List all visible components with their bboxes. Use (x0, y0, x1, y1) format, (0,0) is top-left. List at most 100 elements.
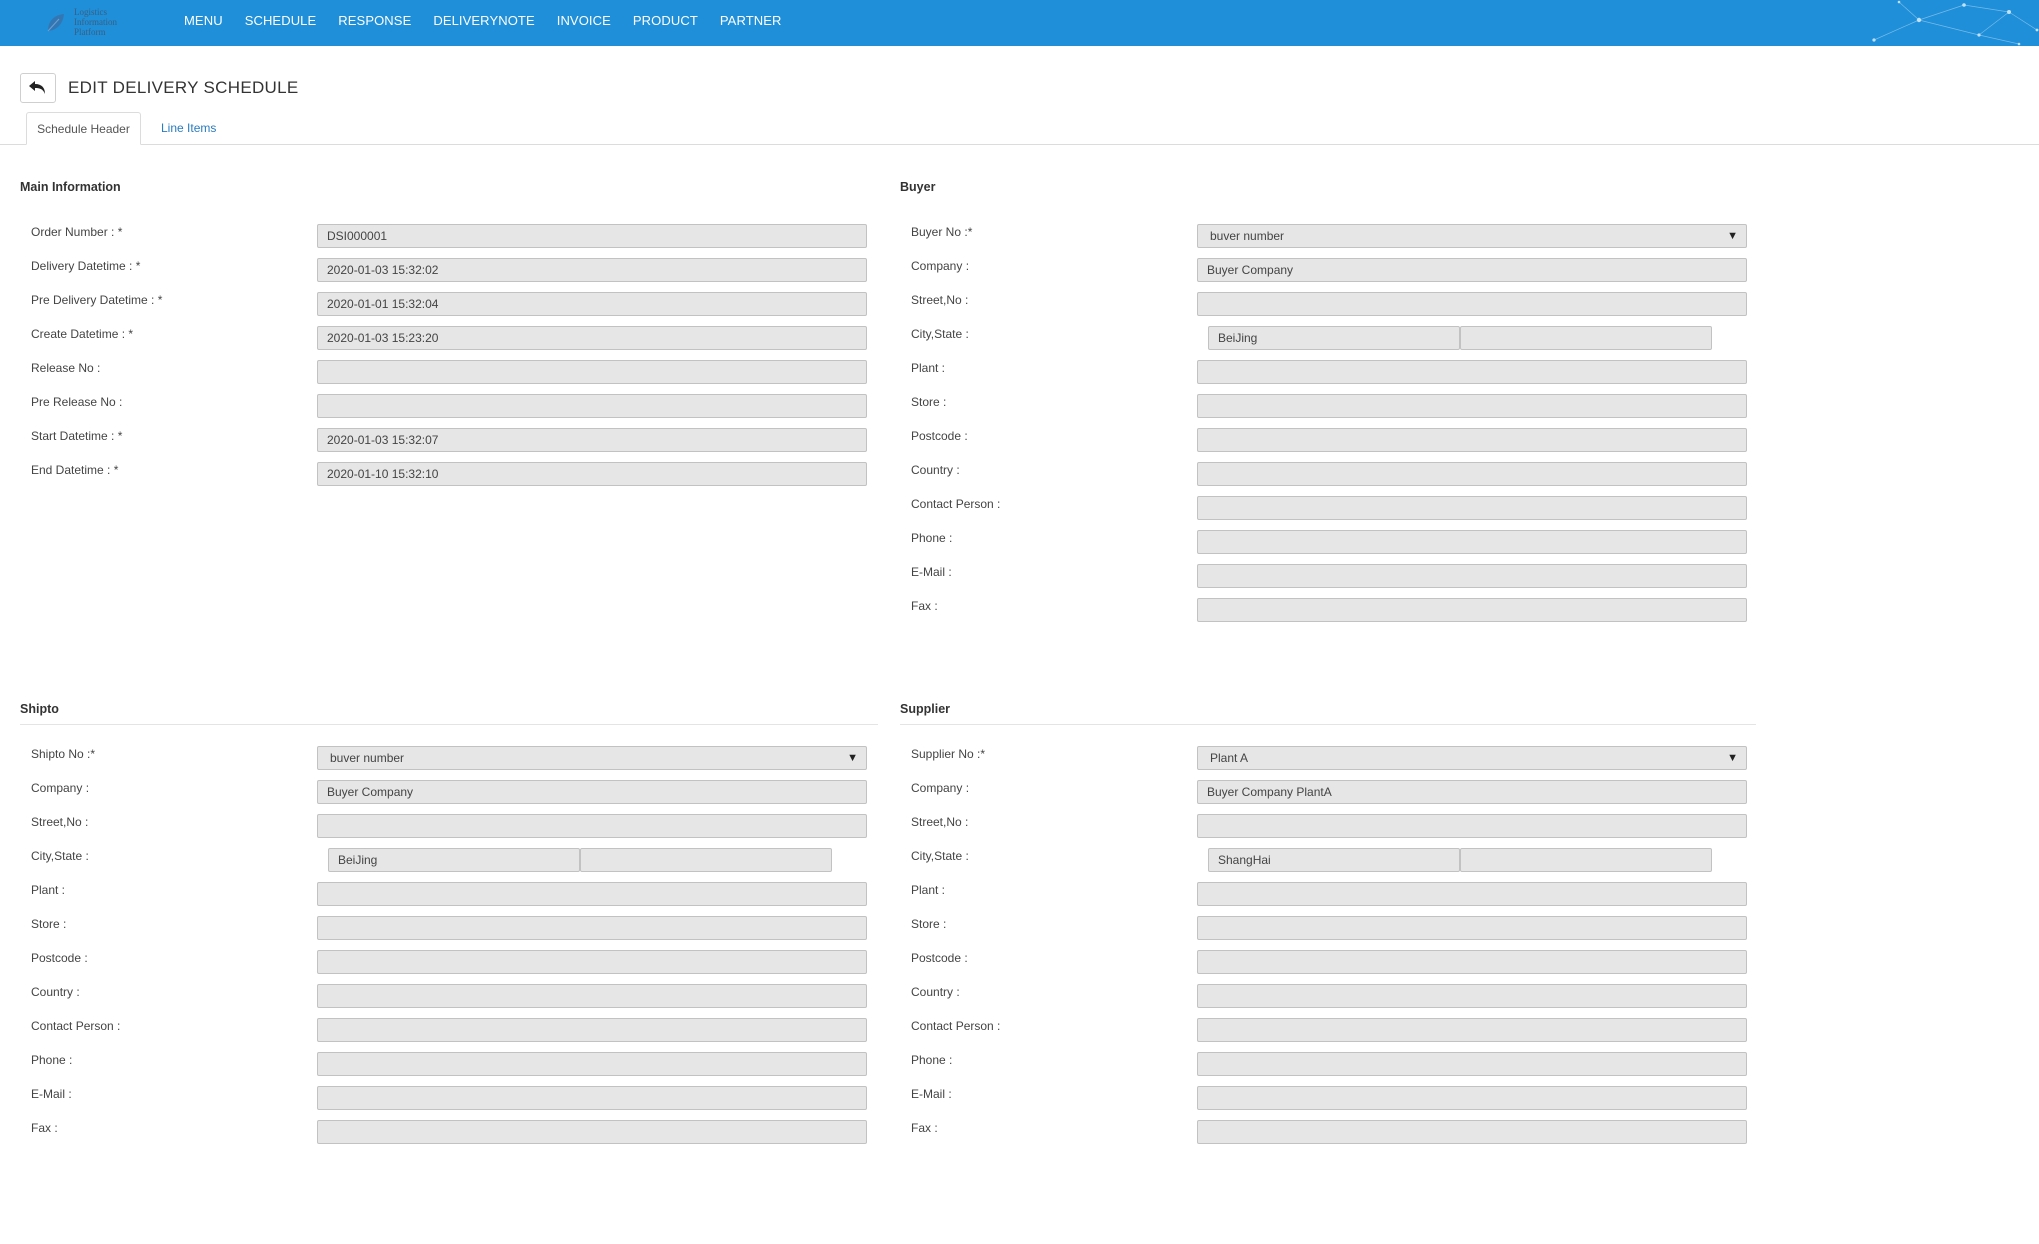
label-supplier-store: Store : (911, 917, 947, 931)
buyer-country-field[interactable] (1197, 462, 1747, 486)
buyer-contact-field[interactable] (1197, 496, 1747, 520)
supplier-street-field[interactable] (1197, 814, 1747, 838)
buyer-email-field[interactable] (1197, 564, 1747, 588)
row-buyer-postcode: Postcode : (900, 428, 1780, 462)
row-buyer-no: Buyer No :* buver number ▼ (900, 224, 1780, 258)
shipto-company-field[interactable]: Buyer Company (317, 780, 867, 804)
shipto-plant-field[interactable] (317, 882, 867, 906)
label-buyer-company: Company : (911, 259, 970, 273)
label-shipto-phone: Phone : (31, 1053, 73, 1067)
label-buyer-no: Buyer No :* (911, 225, 973, 239)
buyer-fax-field[interactable] (1197, 598, 1747, 622)
buyer-company-field[interactable]: Buyer Company (1197, 258, 1747, 282)
label-shipto-street: Street,No : (31, 815, 89, 829)
shipto-email-field[interactable] (317, 1086, 867, 1110)
label-pre-release-no: Pre Release No : (31, 395, 123, 409)
row-supplier-city-state: City,State : ShangHai (900, 848, 1780, 882)
buyer-store-field[interactable] (1197, 394, 1747, 418)
supplier-email-field[interactable] (1197, 1086, 1747, 1110)
order-number-field[interactable]: DSI000001 (317, 224, 867, 248)
buyer-street-field[interactable] (1197, 292, 1747, 316)
label-buyer-city-state: City,State : (911, 327, 969, 341)
shipto-no-select[interactable]: buver number ▼ (317, 746, 867, 770)
row-buyer-phone: Phone : (900, 530, 1780, 564)
nav-item-schedule[interactable]: SCHEDULE (245, 0, 317, 46)
nav-item-invoice[interactable]: INVOICE (557, 0, 611, 46)
nav-item-response[interactable]: RESPONSE (338, 0, 411, 46)
label-shipto-no: Shipto No :* (31, 747, 96, 761)
row-order-number: Order Number : * DSI000001 (20, 224, 900, 258)
back-button[interactable] (20, 73, 56, 103)
supplier-city-field[interactable]: ShangHai (1208, 848, 1460, 872)
supplier-store-field[interactable] (1197, 916, 1747, 940)
supplier-company-field[interactable]: Buyer Company PlantA (1197, 780, 1747, 804)
supplier-fax-field[interactable] (1197, 1120, 1747, 1144)
dropdown-caret-icon: ▼ (847, 752, 858, 764)
label-shipto-contact: Contact Person : (31, 1019, 121, 1033)
row-shipto-company: Company : Buyer Company (20, 780, 900, 814)
row-shipto-plant: Plant : (20, 882, 900, 916)
supplier-divider (900, 724, 1756, 725)
buyer-phone-field[interactable] (1197, 530, 1747, 554)
supplier-postcode-field[interactable] (1197, 950, 1747, 974)
release-no-field[interactable] (317, 360, 867, 384)
shipto-country-field[interactable] (317, 984, 867, 1008)
shipto-postcode-field[interactable] (317, 950, 867, 974)
shipto-city-field[interactable]: BeiJing (328, 848, 580, 872)
platform-logo[interactable]: Logistics Information Platform (44, 6, 134, 40)
supplier-contact-field[interactable] (1197, 1018, 1747, 1042)
shipto-store-field[interactable] (317, 916, 867, 940)
row-start-datetime: Start Datetime : * 2020-01-03 15:32:07 (20, 428, 900, 462)
buyer-plant-field[interactable] (1197, 360, 1747, 384)
buyer-city-field[interactable]: BeiJing (1208, 326, 1460, 350)
buyer-no-selected-value: buver number (1210, 229, 1285, 243)
label-shipto-fax: Fax : (31, 1121, 58, 1135)
supplier-country-field[interactable] (1197, 984, 1747, 1008)
shipto-state-field[interactable] (580, 848, 832, 872)
supplier-phone-field[interactable] (1197, 1052, 1747, 1076)
row-supplier-phone: Phone : (900, 1052, 1780, 1086)
nav-item-deliverynote[interactable]: DELIVERYNOTE (433, 0, 534, 46)
delivery-datetime-field[interactable]: 2020-01-03 15:32:02 (317, 258, 867, 282)
logo-line-3: Platform (74, 27, 106, 37)
tab-schedule-header[interactable]: Schedule Header (26, 112, 141, 145)
nav-item-menu[interactable]: MENU (184, 0, 223, 46)
supplier-no-selected-value: Plant A (1210, 751, 1249, 765)
nav-item-partner[interactable]: PARTNER (720, 0, 782, 46)
pre-delivery-datetime-field[interactable]: 2020-01-01 15:32:04 (317, 292, 867, 316)
shipto-phone-field[interactable] (317, 1052, 867, 1076)
label-release-no: Release No : (31, 361, 101, 375)
supplier-plant-field[interactable] (1197, 882, 1747, 906)
shipto-street-field[interactable] (317, 814, 867, 838)
row-buyer-store: Store : (900, 394, 1780, 428)
row-shipto-country: Country : (20, 984, 900, 1018)
pre-release-no-field[interactable] (317, 394, 867, 418)
supplier-state-field[interactable] (1460, 848, 1712, 872)
row-shipto-no: Shipto No :* buver number ▼ (20, 746, 900, 780)
section-title-supplier: Supplier (900, 702, 951, 716)
label-supplier-postcode: Postcode : (911, 951, 968, 965)
tab-line-items[interactable]: Line Items (148, 112, 229, 145)
buyer-postcode-field[interactable] (1197, 428, 1747, 452)
supplier-no-select[interactable]: Plant A ▼ (1197, 746, 1747, 770)
row-delivery-datetime: Delivery Datetime : * 2020-01-03 15:32:0… (20, 258, 900, 292)
label-supplier-fax: Fax : (911, 1121, 938, 1135)
row-buyer-fax: Fax : (900, 598, 1780, 632)
buyer-state-field[interactable] (1460, 326, 1712, 350)
buyer-no-select[interactable]: buver number ▼ (1197, 224, 1747, 248)
create-datetime-field[interactable]: 2020-01-03 15:23:20 (317, 326, 867, 350)
nav-item-product[interactable]: PRODUCT (633, 0, 698, 46)
row-shipto-city-state: City,State : BeiJing (20, 848, 900, 882)
main-information-section: Main Information Order Number : * DSI000… (20, 180, 900, 500)
start-datetime-field[interactable]: 2020-01-03 15:32:07 (317, 428, 867, 452)
row-create-datetime: Create Datetime : * 2020-01-03 15:23:20 (20, 326, 900, 360)
end-datetime-field[interactable]: 2020-01-10 15:32:10 (317, 462, 867, 486)
label-create-datetime: Create Datetime : * (31, 327, 134, 341)
label-shipto-store: Store : (31, 917, 67, 931)
section-title-main-information: Main Information (20, 180, 121, 194)
row-supplier-company: Company : Buyer Company PlantA (900, 780, 1780, 814)
shipto-contact-field[interactable] (317, 1018, 867, 1042)
page-title: EDIT DELIVERY SCHEDULE (68, 78, 299, 97)
shipto-fax-field[interactable] (317, 1120, 867, 1144)
dropdown-caret-icon: ▼ (1727, 752, 1738, 764)
